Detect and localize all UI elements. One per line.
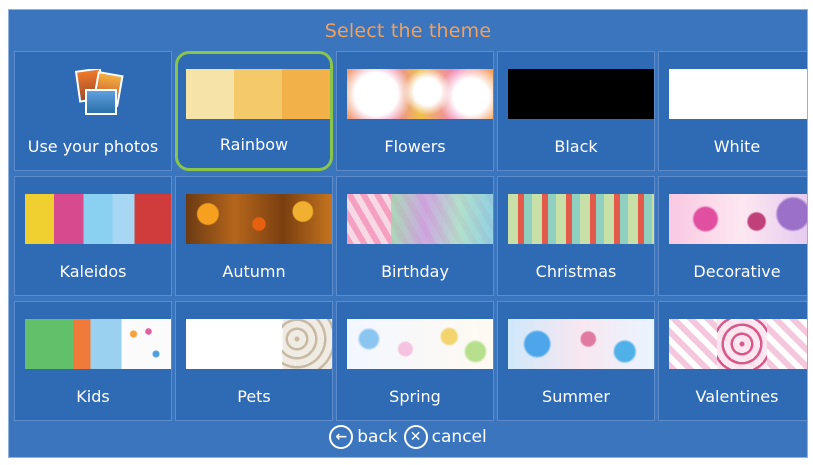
theme-preview-kaleidos <box>25 194 171 244</box>
theme-label: White <box>713 137 761 156</box>
theme-label: Flowers <box>384 137 446 156</box>
theme-label: Pets <box>237 387 271 406</box>
theme-label: Birthday <box>381 262 449 281</box>
theme-tile-decorative[interactable]: Decorative <box>658 176 807 296</box>
theme-preview-christmas <box>508 194 654 244</box>
bottom-navigation: ← back ✕ cancel <box>9 423 807 451</box>
theme-tile-rainbow[interactable]: Rainbow <box>175 51 333 171</box>
theme-preview-summer <box>508 319 654 369</box>
theme-label: Black <box>554 137 598 156</box>
theme-tile-birthday[interactable]: Birthday <box>336 176 494 296</box>
theme-label: Valentines <box>695 387 779 406</box>
cancel-button[interactable]: ✕ cancel <box>403 425 487 449</box>
theme-label: Kaleidos <box>59 262 127 281</box>
theme-preview-kids <box>25 319 171 369</box>
theme-preview-black <box>508 69 654 119</box>
theme-preview-white <box>669 69 807 119</box>
theme-label: Spring <box>389 387 441 406</box>
back-label: back <box>357 427 398 447</box>
arrow-left-circle-icon: ← <box>329 425 354 449</box>
theme-tile-kids[interactable]: Kids <box>14 301 172 421</box>
theme-label: Use your photos <box>27 137 159 156</box>
theme-tile-valentines[interactable]: Valentines <box>658 301 807 421</box>
theme-label: Autumn <box>222 262 286 281</box>
back-button[interactable]: ← back <box>329 425 398 449</box>
theme-label: Christmas <box>535 262 617 281</box>
theme-preview-rainbow <box>186 69 330 119</box>
cancel-label: cancel <box>431 427 487 447</box>
theme-preview-valentines <box>669 319 807 369</box>
theme-tile-summer[interactable]: Summer <box>497 301 655 421</box>
theme-preview-birthday <box>347 194 493 244</box>
theme-preview-decorative <box>669 194 807 244</box>
theme-label: Summer <box>542 387 610 406</box>
photos-icon <box>25 69 171 119</box>
theme-selector-window: Select the theme Use your photos Rainbow… <box>8 9 808 458</box>
theme-preview-autumn <box>186 194 332 244</box>
theme-tile-white[interactable]: White <box>658 51 807 171</box>
theme-label: Rainbow <box>219 135 289 154</box>
theme-tile-spring[interactable]: Spring <box>336 301 494 421</box>
theme-preview-flowers <box>347 69 493 119</box>
x-circle-icon: ✕ <box>403 425 428 449</box>
theme-tile-flowers[interactable]: Flowers <box>336 51 494 171</box>
theme-tile-kaleidos[interactable]: Kaleidos <box>14 176 172 296</box>
theme-label: Kids <box>76 387 110 406</box>
page-title: Select the theme <box>324 20 492 42</box>
theme-tile-black[interactable]: Black <box>497 51 655 171</box>
theme-tile-pets[interactable]: Pets <box>175 301 333 421</box>
theme-tile-use-your-photos[interactable]: Use your photos <box>14 51 172 171</box>
theme-grid: Use your photos Rainbow Flowers Black Wh… <box>14 51 807 421</box>
theme-label: Decorative <box>693 262 781 281</box>
theme-tile-christmas[interactable]: Christmas <box>497 176 655 296</box>
theme-preview-pets <box>186 319 332 369</box>
theme-preview-spring <box>347 319 493 369</box>
theme-tile-autumn[interactable]: Autumn <box>175 176 333 296</box>
